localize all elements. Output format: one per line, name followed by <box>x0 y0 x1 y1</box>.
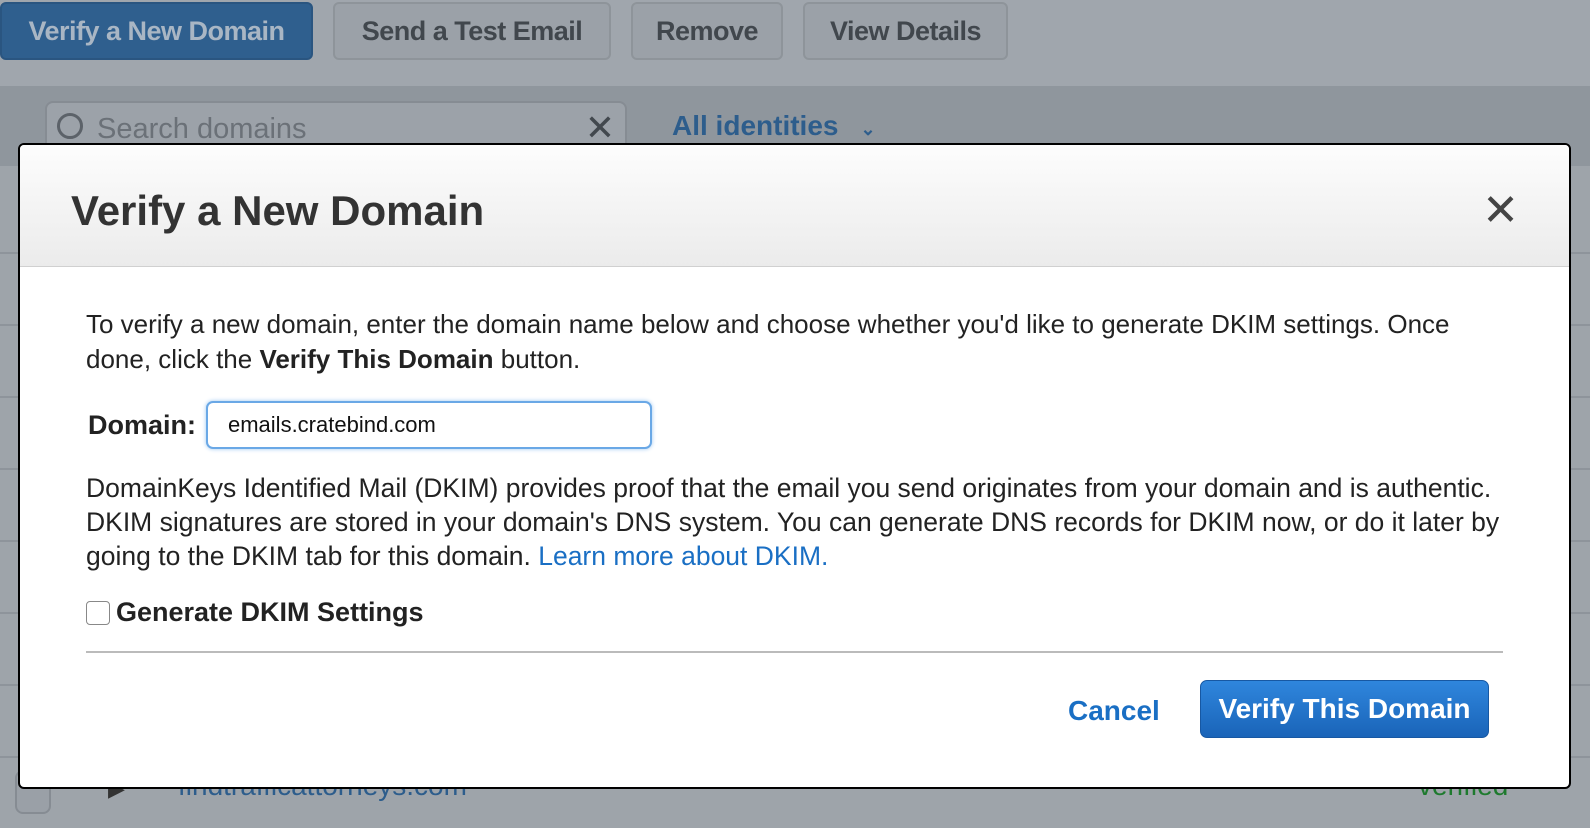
dialog-title: Verify a New Domain <box>71 187 485 234</box>
close-icon[interactable]: ✕ <box>1482 185 1519 236</box>
verify-domain-dialog: Verify a New Domain ✕ To verify a new do… <box>18 143 1571 789</box>
intro-text: To verify a new domain, enter the domain… <box>86 307 1503 377</box>
divider <box>86 651 1503 653</box>
remove-button[interactable]: Remove <box>631 2 783 60</box>
cancel-button[interactable]: Cancel <box>1068 695 1160 727</box>
dkim-description: DomainKeys Identified Mail (DKIM) provid… <box>86 471 1509 573</box>
domain-label: Domain: <box>88 409 196 440</box>
search-icon <box>57 113 83 139</box>
domain-input[interactable] <box>206 401 652 449</box>
intro-part: button. <box>493 344 581 374</box>
search-placeholder: Search domains <box>97 113 307 145</box>
domain-row: Domain: <box>88 401 652 449</box>
toolbar: Verify a New Domain Send a Test Email Re… <box>0 0 1590 86</box>
learn-more-dkim-link[interactable]: Learn more about DKIM. <box>538 541 828 571</box>
identities-dropdown[interactable]: All identities ⌄ <box>672 110 876 142</box>
chevron-down-icon: ⌄ <box>860 119 876 139</box>
generate-dkim-label: Generate DKIM Settings <box>116 597 424 627</box>
dialog-header: Verify a New Domain ✕ <box>20 145 1569 267</box>
send-test-email-button[interactable]: Send a Test Email <box>333 2 611 60</box>
verify-new-domain-button[interactable]: Verify a New Domain <box>0 2 313 60</box>
generate-dkim-checkbox-row[interactable]: Generate DKIM Settings <box>86 597 424 628</box>
identities-label: All identities <box>672 110 839 141</box>
intro-bold: Verify This Domain <box>259 344 494 374</box>
generate-dkim-checkbox[interactable] <box>86 600 110 625</box>
verify-this-domain-button[interactable]: Verify This Domain <box>1200 680 1489 738</box>
view-details-button[interactable]: View Details <box>803 2 1008 60</box>
